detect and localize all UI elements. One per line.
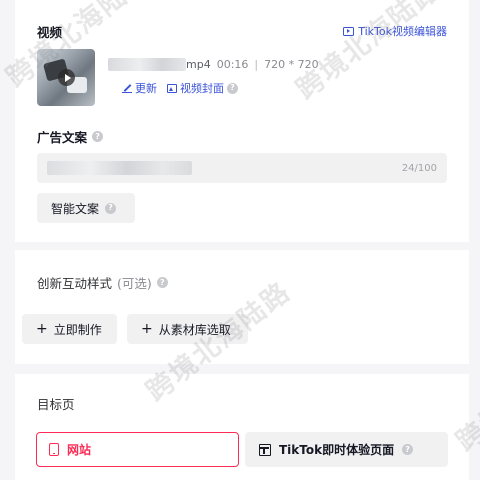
plus-icon: + [141, 321, 153, 337]
video-file-info: mp4 00:16 | 720 * 720 [108, 58, 319, 71]
target-option-website[interactable]: 网站 [36, 432, 239, 467]
help-icon[interactable]: ? [156, 277, 168, 288]
ad-copy-section-label: 广告文案 ? [37, 127, 104, 146]
select-from-library-button[interactable]: + 从素材库选取 [127, 314, 248, 344]
creative-section-label: 创新互动样式 (可选) ? [37, 273, 168, 292]
plus-icon: + [36, 321, 48, 337]
video-and-copy-card: 视频 TikTok视频编辑器 mp4 00:16 | 720 * 720 更新 … [15, 0, 469, 242]
video-editor-icon [343, 26, 355, 36]
play-icon[interactable] [58, 69, 75, 86]
target-option-tiktok-instant-page[interactable]: TikTok即时体验页面 ? [245, 432, 448, 467]
smart-copy-button[interactable]: 智能文案 ? [37, 193, 135, 223]
phone-icon [49, 443, 59, 456]
pencil-icon [122, 83, 132, 93]
info-separator: | [254, 58, 259, 71]
tiktok-video-editor-link[interactable]: TikTok视频编辑器 [343, 23, 447, 39]
image-icon [167, 83, 177, 93]
layout-icon [259, 443, 271, 456]
target-page-label: 目标页 [37, 397, 75, 412]
video-thumbnail[interactable] [37, 49, 95, 106]
file-suffix: mp4 [186, 58, 211, 71]
video-actions: 更新 视频封面 ? [122, 80, 238, 96]
update-video-button[interactable]: 更新 [122, 80, 157, 96]
blurred-file-name [108, 58, 186, 71]
help-icon[interactable]: ? [227, 82, 238, 94]
help-icon[interactable]: ? [402, 444, 414, 455]
video-section-label: 视频 [37, 25, 63, 40]
video-resolution: 720 * 720 [264, 58, 319, 71]
creative-interaction-card: 创新互动样式 (可选) ? [15, 250, 469, 364]
help-icon[interactable]: ? [92, 131, 104, 142]
video-cover-button[interactable]: 视频封面 ? [167, 80, 238, 96]
help-icon[interactable]: ? [105, 202, 117, 214]
video-duration: 00:16 [216, 58, 249, 71]
blurred-ad-copy-text [47, 161, 192, 175]
char-counter: 24/100 [401, 162, 437, 174]
ad-copy-input[interactable]: 24/100 [37, 153, 447, 183]
create-now-button[interactable]: + 立即制作 [22, 314, 117, 344]
